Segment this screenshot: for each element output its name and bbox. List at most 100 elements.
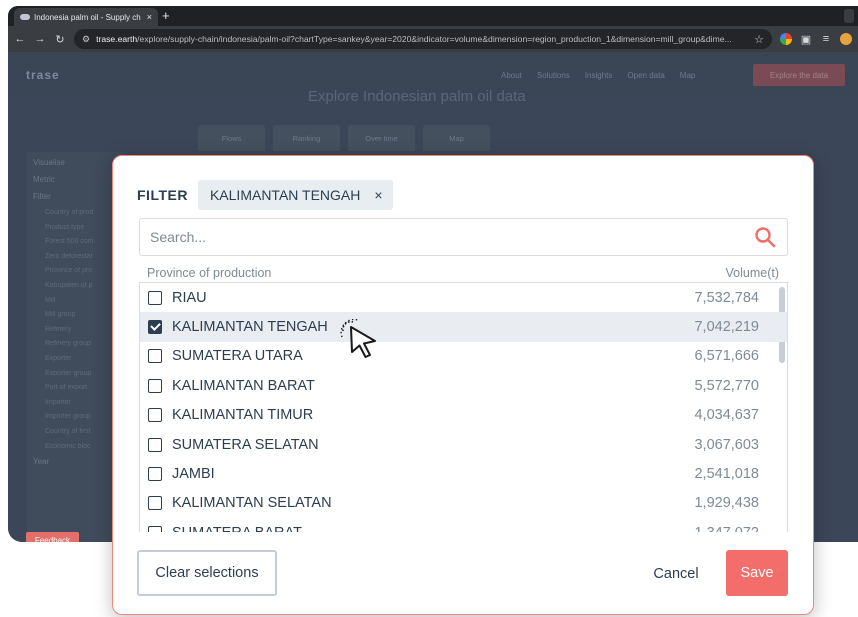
province-name: SUMATERA UTARA [172,348,303,365]
favicon-icon [20,14,30,20]
tab-map[interactable]: Map [423,125,490,151]
sidebar-item[interactable]: Country of first [45,428,121,435]
sidebar-item[interactable]: Importer [45,399,121,406]
forward-arrow-icon[interactable]: → [34,33,46,45]
view-tabs: Flows Ranking Over time Map [198,125,490,151]
province-volume: 6,571,666 [694,348,759,365]
back-arrow-icon[interactable]: ← [14,33,26,45]
extension-icon[interactable] [780,33,792,45]
sidebar-item[interactable]: Refinery group [45,340,121,347]
browser-tab[interactable]: Indonesia palm oil - Supply ch × [14,8,158,26]
extensions-puzzle-icon[interactable]: ▣ [800,33,812,46]
sidebar-item[interactable]: Port of export [45,384,121,391]
sidebar-item[interactable]: Exporter [45,355,121,362]
province-volume: 7,532,784 [694,289,759,306]
checkbox[interactable] [148,408,162,423]
pointer-cursor-icon [340,319,376,358]
nav-link[interactable]: About [501,71,522,80]
list-item[interactable]: KALIMANTAN TENGAH 7,042,219 [140,312,787,342]
list-item[interactable]: KALIMANTAN SELATAN 1,929,438 [140,489,787,518]
cancel-button[interactable]: Cancel [641,554,711,594]
province-name: KALIMANTAN BARAT [172,377,315,394]
url-path: /explore/supply-chain/indonesia/palm-oil… [137,34,732,44]
reload-icon[interactable]: ↻ [54,33,66,46]
sidebar-item[interactable]: Mill group [45,311,121,318]
province-volume: 5,572,770 [694,377,759,394]
nav-link[interactable]: Open data [627,71,664,80]
nav-link[interactable]: Insights [585,71,613,80]
trase-logo[interactable]: trase [26,68,60,82]
filter-label: FILTER [137,187,188,203]
list-item[interactable]: KALIMANTAN BARAT 5,572,770 [140,371,787,400]
list-item[interactable]: KALIMANTAN TIMUR 4,034,637 [140,401,787,430]
sidebar-item-list: Country of prod Product type Forest 500 co… [33,209,121,450]
sidebar-item[interactable]: Refinery [45,326,121,333]
profile-avatar-icon[interactable] [840,33,852,45]
list-item[interactable]: SUMATERA UTARA 6,571,666 [140,342,787,371]
sidebar-heading: Filter [33,192,51,201]
search-box [139,218,788,256]
tab-ranking[interactable]: Ranking [273,125,340,151]
tab-flows[interactable]: Flows [198,125,265,151]
window-control[interactable] [844,9,854,23]
filter-modal: FILTER KALIMANTAN TENGAH × Province of p… [112,155,814,615]
province-volume: 7,042,219 [694,319,759,336]
list-item[interactable]: SUMATERA SELATAN 3,067,603 [140,430,787,459]
sidebar-item[interactable]: Province of pro [45,267,121,274]
sidebar-heading: Year [33,457,50,467]
checkbox[interactable] [148,290,162,305]
province-volume: 1,929,438 [694,495,759,512]
feedback-button[interactable]: Feedback [26,532,79,542]
province-name: RIAU [172,289,207,306]
bookmark-star-icon[interactable]: ☆ [754,33,764,46]
list-item[interactable]: JAMBI 2,541,018 [140,459,787,488]
sidebar-item[interactable]: Exporter group [45,370,121,377]
explore-data-button[interactable]: Explore the data [753,64,845,86]
url-text: trase.earth/explore/supply-chain/indones… [96,34,748,44]
sidebar-item[interactable]: Zero deforestat [45,253,121,260]
sidebar-item[interactable]: Product type [45,224,121,231]
checkbox[interactable] [148,378,162,393]
checkbox[interactable] [148,525,162,532]
tab-title: Indonesia palm oil - Supply ch [34,12,141,22]
search-icon[interactable] [753,225,777,249]
sidebar-item[interactable]: Mill [45,297,121,304]
chip-label: KALIMANTAN TENGAH [209,187,361,203]
sidebar-item[interactable]: Kabupaten of p [45,282,121,289]
province-name: KALIMANTAN TIMUR [172,407,314,424]
sidebar-item[interactable]: Importer group [45,413,121,420]
province-list: RIAU 7,532,784 KALIMANTAN TENGAH 7,042,219 S… [139,282,788,532]
nav-link[interactable]: Solutions [537,71,570,80]
save-button[interactable]: Save [726,550,788,596]
new-tab-button[interactable]: + [162,8,170,23]
checkbox[interactable] [148,349,162,364]
list-item[interactable]: SUMATERA BARAT1,347,072 [140,518,787,532]
tab-over-time[interactable]: Over time [348,125,415,151]
sidebar-heading: Metric [33,175,55,184]
nav-link[interactable]: Map [680,71,696,80]
clear-selections-button[interactable]: Clear selections [137,550,277,596]
checkbox[interactable] [148,437,162,452]
search-input[interactable] [150,229,753,245]
province-name: KALIMANTAN TENGAH [172,319,328,336]
province-volume: 1,347,072 [694,525,759,532]
province-name: SUMATERA BARAT [172,525,694,532]
sidebar-heading: Visualise [33,158,65,167]
reading-list-icon[interactable]: ≡ [820,33,832,45]
chip-close-icon[interactable]: × [374,187,382,203]
site-title: Explore Indonesian palm oil data [308,88,526,105]
list-item[interactable]: RIAU 7,532,784 [140,283,787,312]
site-settings-icon[interactable]: ⚙ [82,34,90,45]
sidebar-item[interactable]: Forest 500 com [45,238,121,245]
checkbox[interactable] [148,496,162,511]
column-header-volume: Volume(t) [725,266,780,280]
sidebar-item[interactable]: Economic bloc [45,443,121,450]
checkbox[interactable] [148,467,162,482]
address-bar: ← → ↻ ⚙ trase.earth/explore/supply-chain… [8,26,858,52]
url-field[interactable]: ⚙ trase.earth/explore/supply-chain/indon… [74,29,772,49]
checkbox[interactable] [148,320,162,335]
selected-filter-chip: KALIMANTAN TENGAH × [197,180,393,210]
site-nav: About Solutions Insights Open data Map [501,71,695,80]
sidebar-item[interactable]: Country of prod [45,209,121,216]
tab-close-icon[interactable]: × [147,12,152,22]
